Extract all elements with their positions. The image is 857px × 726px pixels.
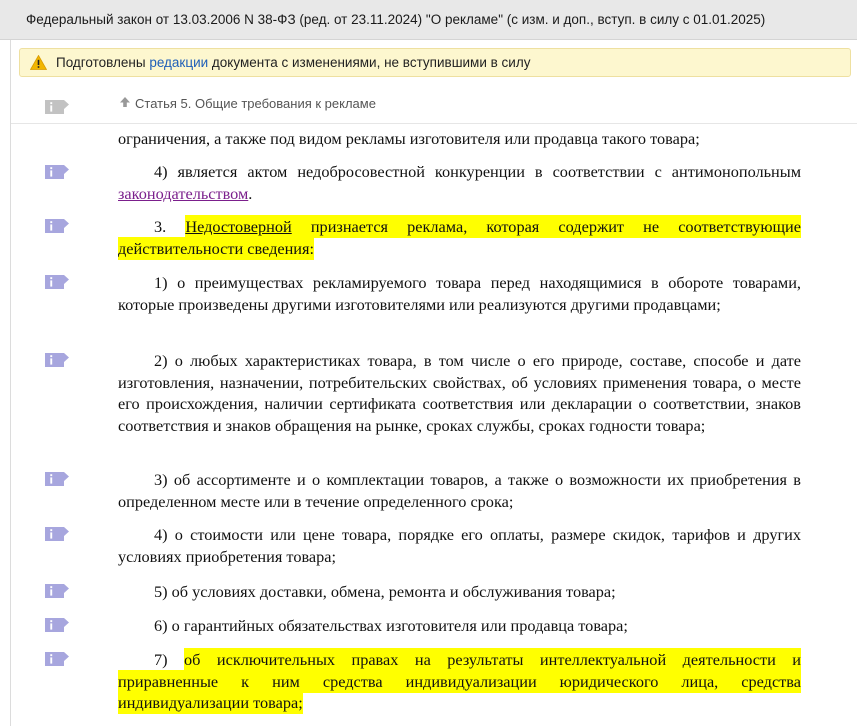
arrow-up-icon xyxy=(120,97,130,107)
paragraph-continuation: ограничения, а также под видом рекламы и… xyxy=(118,129,700,148)
info-comment-icon[interactable] xyxy=(44,164,70,180)
editions-link[interactable]: редакции xyxy=(149,55,208,70)
paragraph-sub-5: 5) об условиях доставки, обмена, ремонта… xyxy=(154,582,616,601)
breadcrumb[interactable]: Статья 5. Общие требования к рекламе xyxy=(119,96,376,111)
info-comment-icon[interactable] xyxy=(44,352,70,368)
info-comment-icon[interactable] xyxy=(44,617,70,633)
info-comment-icon[interactable] xyxy=(44,583,70,599)
document-title-bar: Федеральный закон от 13.03.2006 N 38-ФЗ … xyxy=(0,0,857,40)
paragraph-item-4: 4) является актом недобросовестной конку… xyxy=(118,162,801,203)
document-title: Федеральный закон от 13.03.2006 N 38-ФЗ … xyxy=(26,12,766,27)
info-comment-icon[interactable] xyxy=(44,471,70,487)
highlighted-term-link[interactable]: Недостоверной xyxy=(185,215,292,238)
info-comment-icon[interactable] xyxy=(44,526,70,542)
highlighted-text: об исключительных правах на результаты и… xyxy=(118,648,801,714)
paragraph-sub-4: 4) о стоимости или цене товара, порядке … xyxy=(118,525,801,566)
paragraph-part-3: 3. Недостоверной признается реклама, кот… xyxy=(118,215,801,260)
info-comment-icon[interactable] xyxy=(44,651,70,667)
banner-suffix: документа с изменениями, не вступившими … xyxy=(208,55,531,70)
paragraph-sub-7: 7) об исключительных правах на результат… xyxy=(118,648,801,714)
breadcrumb-row: Статья 5. Общие требования к рекламе xyxy=(11,90,857,124)
paragraph-sub-2: 2) о любых характеристиках товара, в том… xyxy=(118,351,801,435)
info-comment-icon[interactable] xyxy=(44,274,70,290)
paragraph-sub-1: 1) о преимуществах рекламируемого товара… xyxy=(118,273,801,314)
paragraph-sub-3: 3) об ассортименте и о комплектации това… xyxy=(118,470,801,511)
banner-prefix: Подготовлены xyxy=(56,55,150,70)
breadcrumb-label: Статья 5. Общие требования к рекламе xyxy=(135,96,376,111)
info-comment-icon[interactable] xyxy=(44,218,70,234)
pending-changes-banner: Подготовлены редакции документа с измене… xyxy=(19,48,851,77)
info-comment-icon[interactable] xyxy=(44,99,70,115)
warning-triangle-icon xyxy=(30,55,47,70)
legislation-link[interactable]: законодательством xyxy=(118,184,248,203)
document-body: ограничения, а также под видом рекламы и… xyxy=(11,123,857,726)
document-panel: Подготовлены редакции документа с измене… xyxy=(10,40,857,726)
paragraph-sub-6: 6) о гарантийных обязательствах изготови… xyxy=(154,616,628,635)
